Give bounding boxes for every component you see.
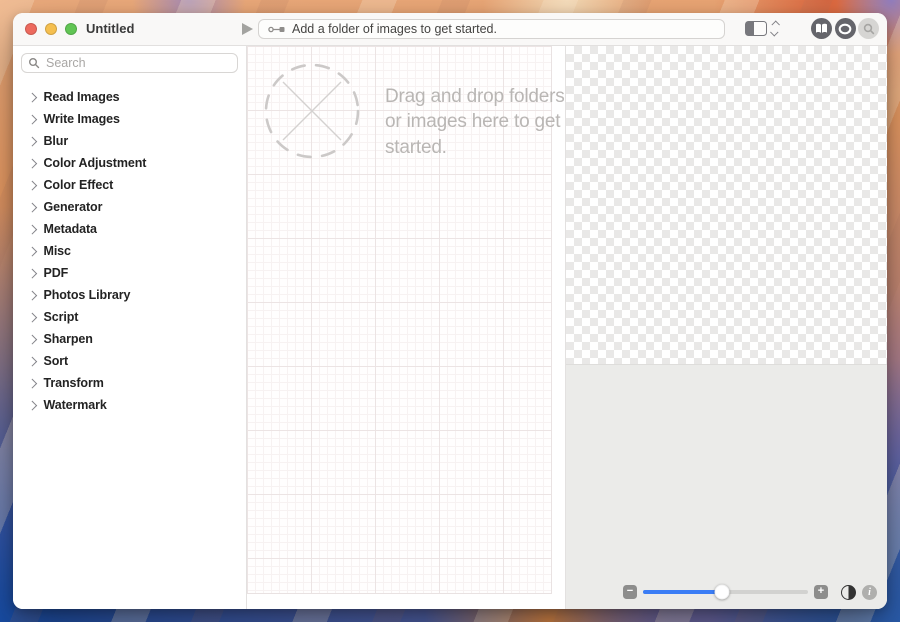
feedback-button[interactable] — [835, 18, 856, 39]
chevron-right-icon[interactable] — [28, 202, 37, 211]
chevron-right-icon[interactable] — [28, 246, 37, 255]
sidebar-item-label: Read Images — [44, 90, 120, 104]
workflow-status-field[interactable]: Add a folder of images to get started. — [258, 19, 725, 39]
sidebar-item[interactable]: Script — [13, 306, 246, 328]
zoom-in-button[interactable]: + — [814, 585, 828, 599]
zoom-slider-thumb[interactable] — [715, 585, 730, 600]
contrast-toggle-icon[interactable] — [841, 585, 856, 600]
minimize-button[interactable] — [45, 23, 57, 35]
sidebar-item-label: Color Effect — [44, 178, 114, 192]
sidebar-item-label: Script — [44, 310, 79, 324]
node-library-button[interactable] — [811, 18, 832, 39]
sidebar-item[interactable]: Generator — [13, 196, 246, 218]
sidebar-item[interactable]: Misc — [13, 240, 246, 262]
chevron-right-icon[interactable] — [28, 136, 37, 145]
window-title: Untitled — [86, 13, 134, 45]
workflow-node-icon — [268, 25, 285, 34]
inspector-toggle-group — [745, 21, 778, 36]
speech-bubble-icon — [838, 23, 852, 35]
chevron-right-icon[interactable] — [28, 334, 37, 343]
sidebar-item[interactable]: PDF — [13, 262, 246, 284]
sidebar-item[interactable]: Transform — [13, 372, 246, 394]
drop-target-icon — [261, 60, 363, 162]
node-category-list: Read Images Write Images Blur Co — [13, 86, 246, 416]
chevron-right-icon[interactable] — [28, 224, 37, 233]
zoom-slider[interactable] — [643, 584, 808, 600]
sidebar-item-label: Write Images — [44, 112, 120, 126]
workflow-canvas[interactable]: Drag and drop folders or images here to … — [247, 46, 565, 609]
chevron-right-icon[interactable] — [28, 356, 37, 365]
info-button[interactable]: i — [862, 585, 877, 600]
sidebar-item-label: Watermark — [44, 398, 107, 412]
chevron-down-icon — [770, 28, 778, 36]
chevron-right-icon[interactable] — [28, 378, 37, 387]
sidebar-item[interactable]: Sharpen — [13, 328, 246, 350]
search-icon — [28, 57, 40, 69]
sidebar-item[interactable]: Watermark — [13, 394, 246, 416]
app-window: Untitled Add a folder of images to get s… — [13, 13, 887, 609]
sidebar-item[interactable]: Metadata — [13, 218, 246, 240]
titlebar[interactable]: Untitled Add a folder of images to get s… — [13, 13, 887, 46]
sidebar-item-label: Transform — [44, 376, 104, 390]
run-workflow-button[interactable] — [237, 19, 257, 39]
open-book-icon — [815, 23, 828, 34]
sidebar-item[interactable]: Write Images — [13, 108, 246, 130]
chevron-right-icon[interactable] — [28, 290, 37, 299]
play-icon — [242, 23, 253, 35]
search-button[interactable] — [858, 18, 879, 39]
main-content: Read Images Write Images Blur Co — [13, 46, 887, 609]
canvas-grid[interactable]: Drag and drop folders or images here to … — [247, 46, 552, 594]
sidebar-item[interactable]: Color Adjustment — [13, 152, 246, 174]
sidebar-item-label: Metadata — [44, 222, 97, 236]
chevron-right-icon[interactable] — [28, 400, 37, 409]
search-input[interactable] — [21, 53, 238, 73]
sidebar-item[interactable]: Sort — [13, 350, 246, 372]
sidebar-item-label: Color Adjustment — [44, 156, 147, 170]
zoom-button[interactable] — [65, 23, 77, 35]
chevron-right-icon[interactable] — [28, 180, 37, 189]
sidebar-item-label: Blur — [44, 134, 69, 148]
sidebar-item[interactable]: Read Images — [13, 86, 246, 108]
traffic-lights — [25, 23, 77, 35]
sidebar-item-label: Photos Library — [44, 288, 131, 302]
status-text: Add a folder of images to get started. — [292, 22, 497, 36]
preview-panel: − + i — [566, 46, 887, 609]
chevron-right-icon[interactable] — [28, 312, 37, 321]
magnifier-icon — [863, 23, 875, 35]
preview-empty-area — [566, 365, 887, 609]
titlebar-buttons — [811, 18, 879, 39]
sidebar-item-label: Sharpen — [44, 332, 93, 346]
sidebar-item-label: Sort — [44, 354, 69, 368]
transparency-preview — [566, 46, 887, 365]
node-sidebar: Read Images Write Images Blur Co — [13, 46, 246, 609]
chevron-right-icon[interactable] — [28, 114, 37, 123]
sidebar-item-label: PDF — [44, 266, 69, 280]
zoom-controls: − + i — [623, 584, 877, 600]
chevron-right-icon[interactable] — [28, 92, 37, 101]
chevron-right-icon[interactable] — [28, 158, 37, 167]
canvas-empty-message: Drag and drop folders or images here to … — [385, 84, 570, 160]
sidebar-item-label: Misc — [44, 244, 71, 258]
sidebar-toggle-icon[interactable] — [745, 21, 767, 36]
toggle-stepper[interactable] — [772, 21, 778, 36]
sidebar-item-label: Generator — [44, 200, 103, 214]
close-button[interactable] — [25, 23, 37, 35]
search-field — [21, 53, 238, 73]
sidebar-item[interactable]: Color Effect — [13, 174, 246, 196]
zoom-out-button[interactable]: − — [623, 585, 637, 599]
sidebar-item[interactable]: Blur — [13, 130, 246, 152]
sidebar-item[interactable]: Photos Library — [13, 284, 246, 306]
chevron-right-icon[interactable] — [28, 268, 37, 277]
